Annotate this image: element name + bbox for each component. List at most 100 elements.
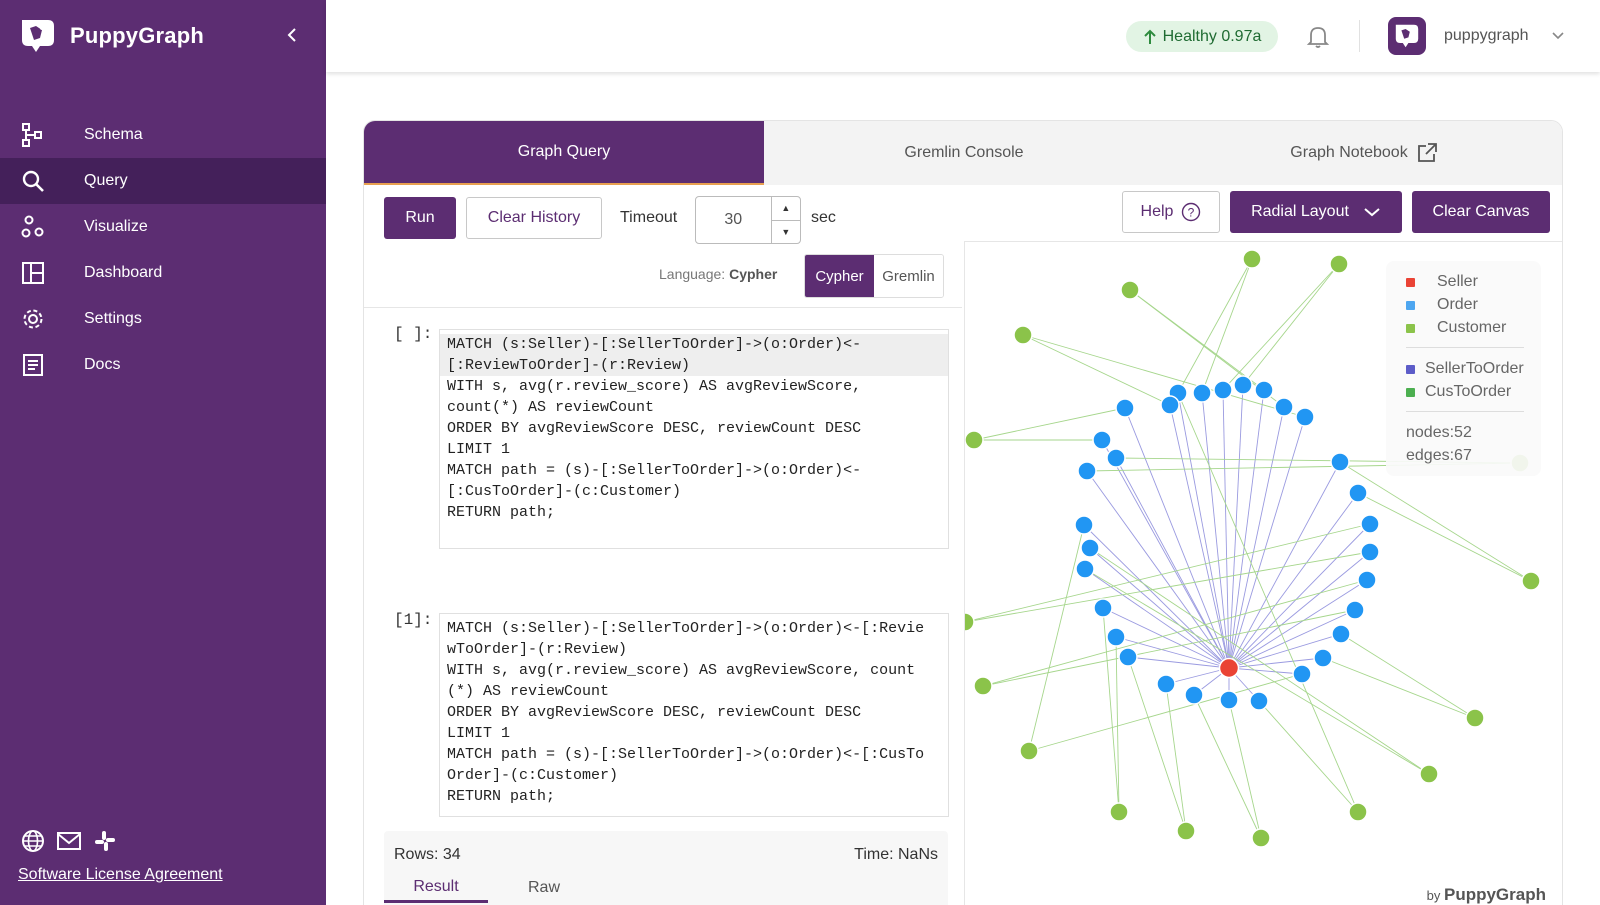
legend-swatch	[1406, 364, 1415, 374]
tab-result[interactable]: Result	[384, 873, 488, 903]
order-node[interactable]	[1156, 674, 1176, 694]
arrow-up-icon	[1143, 29, 1156, 44]
customer-node[interactable]	[1521, 571, 1541, 591]
slack-icon[interactable]	[92, 828, 118, 854]
divider	[364, 307, 962, 308]
tab-gremlin-console[interactable]: Gremlin Console	[764, 121, 1164, 185]
customer-node[interactable]	[1251, 828, 1271, 848]
order-node[interactable]	[1254, 380, 1274, 400]
order-node[interactable]	[1118, 647, 1138, 667]
code-cell-input[interactable]: MATCH (s:Seller)-[:SellerToOrder]->(o:Or…	[439, 329, 949, 549]
customer-node[interactable]	[1242, 249, 1262, 269]
customer-node[interactable]	[1019, 741, 1039, 761]
customer-node[interactable]	[1013, 325, 1033, 345]
order-node[interactable]	[1249, 691, 1269, 711]
gear-icon	[20, 306, 46, 332]
order-node[interactable]	[1075, 559, 1095, 579]
customer-node[interactable]	[1465, 708, 1485, 728]
graph-edge	[1222, 263, 1340, 391]
language-option-gremlin[interactable]: Gremlin	[874, 255, 943, 297]
chevron-down-icon[interactable]	[1550, 28, 1566, 44]
graph-edge	[1115, 457, 1230, 669]
decrement-icon[interactable]: ▼	[772, 221, 800, 244]
collapse-sidebar-chevron-icon[interactable]	[282, 22, 302, 48]
mail-icon[interactable]	[56, 828, 82, 854]
sidebar-item-label: Schema	[84, 126, 143, 143]
increment-icon[interactable]: ▲	[771, 197, 800, 221]
code-cell-history[interactable]: MATCH (s:Seller)-[:SellerToOrder]->(o:Or…	[439, 613, 949, 817]
order-node[interactable]	[1115, 398, 1135, 418]
edges-count: edges:67	[1406, 447, 1472, 464]
graph-edge	[964, 551, 1371, 623]
customer-node[interactable]	[1120, 280, 1140, 300]
help-button[interactable]: Help ?	[1122, 191, 1220, 233]
order-node[interactable]	[1074, 515, 1094, 535]
chevron-down-icon	[1364, 208, 1380, 217]
order-node[interactable]	[1360, 514, 1380, 534]
order-node[interactable]	[1348, 483, 1368, 503]
order-node[interactable]	[1331, 624, 1351, 644]
sidebar-item-visualize[interactable]: Visualize	[0, 204, 326, 250]
sidebar-item-settings[interactable]: Settings	[0, 296, 326, 342]
order-node[interactable]	[1192, 383, 1212, 403]
run-button[interactable]: Run	[384, 197, 456, 239]
customer-node[interactable]	[1109, 802, 1129, 822]
order-node[interactable]	[1160, 395, 1180, 415]
order-node[interactable]	[1313, 648, 1333, 668]
order-node[interactable]	[1360, 542, 1380, 562]
bell-icon[interactable]	[1306, 24, 1330, 50]
order-node[interactable]	[1330, 452, 1350, 472]
cell-prompt: [ ]:	[394, 325, 433, 343]
dashboard-icon	[20, 260, 46, 286]
language-option-cypher[interactable]: Cypher	[805, 255, 874, 297]
graph-edge	[1228, 384, 1244, 669]
order-node[interactable]	[1219, 690, 1239, 710]
code-line: ORDER BY avgReviewScore DESC, reviewCoun…	[447, 704, 862, 721]
canvas-byline: by PuppyGraph	[1427, 885, 1546, 905]
order-node[interactable]	[1106, 627, 1126, 647]
order-node[interactable]	[1274, 397, 1294, 417]
order-node[interactable]	[1295, 407, 1315, 427]
clear-history-button[interactable]: Clear History	[466, 197, 602, 239]
tab-graph-query[interactable]: Graph Query	[364, 121, 764, 185]
customer-node[interactable]	[964, 430, 984, 450]
clear-canvas-button[interactable]: Clear Canvas	[1412, 191, 1550, 233]
order-node[interactable]	[1357, 570, 1377, 590]
sidebar-item-dashboard[interactable]: Dashboard	[0, 250, 326, 296]
customer-node[interactable]	[1348, 802, 1368, 822]
layout-dropdown[interactable]: Radial Layout	[1230, 191, 1402, 233]
seller-node[interactable]	[1218, 657, 1240, 679]
order-node[interactable]	[1093, 598, 1113, 618]
customer-node[interactable]	[1419, 764, 1439, 784]
order-node[interactable]	[1092, 430, 1112, 450]
order-node[interactable]	[1184, 685, 1204, 705]
order-node[interactable]	[1080, 538, 1100, 558]
username[interactable]: puppygraph	[1444, 27, 1529, 45]
app-logo[interactable]: PuppyGraph	[18, 16, 204, 56]
order-node[interactable]	[1106, 448, 1126, 468]
sidebar-item-docs[interactable]: Docs	[0, 342, 326, 388]
sidebar-footer-icons	[20, 828, 118, 854]
license-link[interactable]: Software License Agreement	[18, 866, 223, 884]
query-tabs: Graph Query Gremlin Console Graph Notebo…	[364, 121, 1562, 185]
timeout-stepper[interactable]: 30 ▲ ▼	[695, 196, 801, 244]
timeout-input[interactable]: 30	[696, 197, 771, 243]
app-name: PuppyGraph	[70, 23, 205, 48]
customer-node[interactable]	[1329, 254, 1349, 274]
customer-node[interactable]	[955, 612, 975, 632]
order-node[interactable]	[1213, 380, 1233, 400]
order-node[interactable]	[1345, 600, 1365, 620]
globe-icon[interactable]	[20, 828, 46, 854]
customer-node[interactable]	[973, 676, 993, 696]
sidebar-item-schema[interactable]: Schema	[0, 112, 326, 158]
avatar[interactable]	[1388, 17, 1426, 55]
order-node[interactable]	[1233, 375, 1253, 395]
graph-edge	[1193, 694, 1262, 839]
code-line: RETURN path;	[447, 504, 556, 521]
customer-node[interactable]	[1176, 821, 1196, 841]
sidebar-item-query[interactable]: Query	[0, 158, 326, 204]
order-node[interactable]	[1077, 461, 1097, 481]
order-node[interactable]	[1292, 664, 1312, 684]
tab-graph-notebook[interactable]: Graph Notebook	[1164, 121, 1562, 185]
tab-raw[interactable]: Raw	[492, 873, 596, 903]
